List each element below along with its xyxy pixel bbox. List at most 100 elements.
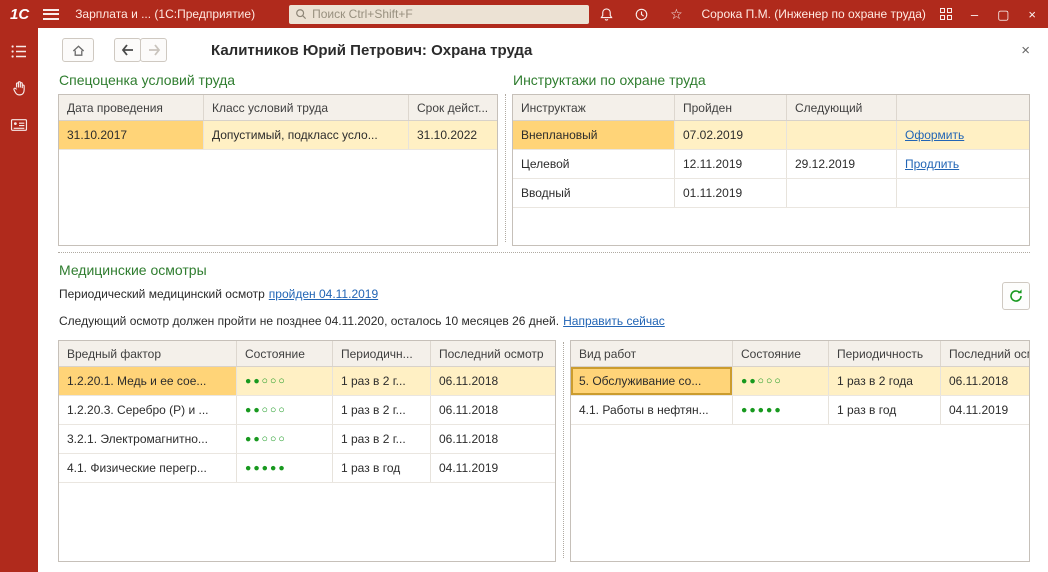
column-header[interactable]: Срок дейст... [409, 95, 497, 120]
column-header[interactable]: Пройден [675, 95, 787, 120]
table-row[interactable]: Вводный 01.11.2019 [513, 179, 1029, 208]
close-window-icon[interactable]: × [1028, 8, 1036, 21]
column-header[interactable]: Последний осм... [941, 341, 1029, 366]
send-now-link[interactable]: Направить сейчас [563, 314, 665, 328]
panel-briefings: Инструктажи по охране труда Инструктаж П… [512, 68, 1030, 246]
cell-last[interactable]: 04.11.2019 [431, 454, 555, 482]
cell-state[interactable]: ●●○○○ [733, 367, 829, 395]
cell-period[interactable]: 1 раз в 2 года [829, 367, 941, 395]
column-header[interactable]: Инструктаж [513, 95, 675, 120]
cell-action[interactable]: Оформить [897, 121, 1029, 149]
periodic-exam-passed-link[interactable]: пройден 04.11.2019 [269, 287, 378, 301]
table-row[interactable]: 3.2.1. Электромагнитно... ●●○○○ 1 раз в … [59, 425, 555, 454]
status-dots: ●●○○○ [245, 433, 287, 445]
column-header[interactable]: Вредный фактор [59, 341, 237, 366]
cell-action[interactable]: Продлить [897, 150, 1029, 178]
search-icon [295, 8, 307, 20]
vertical-splitter[interactable] [498, 68, 512, 246]
cell-action[interactable] [897, 179, 1029, 207]
table-row[interactable]: Внеплановый 07.02.2019 Оформить [513, 121, 1029, 150]
column-header [897, 95, 1029, 120]
service-hand-icon[interactable] [9, 78, 29, 98]
cell-period[interactable]: 1 раз в 2 г... [333, 425, 431, 453]
cell-last[interactable]: 04.11.2019 [941, 396, 1029, 424]
main-menu-icon[interactable] [43, 9, 59, 20]
cell-state[interactable]: ●●●●● [733, 396, 829, 424]
cell-last[interactable]: 06.11.2018 [431, 367, 555, 395]
cell-work[interactable]: 4.1. Работы в нефтян... [571, 396, 733, 424]
notifications-bell-icon[interactable] [597, 5, 615, 23]
table-row[interactable]: Целевой 12.11.2019 29.12.2019 Продлить [513, 150, 1029, 179]
cell-last[interactable]: 06.11.2018 [431, 425, 555, 453]
column-header[interactable]: Состояние [733, 341, 829, 366]
table-row[interactable]: 1.2.20.3. Серебро (Р) и ... ●●○○○ 1 раз … [59, 396, 555, 425]
cell-date[interactable]: 31.10.2017 [59, 121, 204, 149]
periodic-exam-text: Периодический медицинский осмотр [59, 287, 265, 301]
cell-valid[interactable]: 31.10.2022 [409, 121, 497, 149]
table-row[interactable]: 4.1. Физические перегр... ●●●●● 1 раз в … [59, 454, 555, 483]
table-row[interactable]: 1.2.20.1. Медь и ее сое... ●●○○○ 1 раз в… [59, 367, 555, 396]
cell-state[interactable]: ●●●●● [237, 454, 333, 482]
forward-button[interactable] [140, 38, 167, 62]
periodic-exam-line: Периодический медицинский осмотр пройден… [59, 284, 1030, 304]
search-input[interactable] [312, 7, 583, 21]
back-button[interactable] [114, 38, 141, 62]
cell-factor[interactable]: 3.2.1. Электромагнитно... [59, 425, 237, 453]
column-header[interactable]: Периодичность [829, 341, 941, 366]
global-search[interactable] [289, 5, 589, 24]
cell-class[interactable]: Допустимый, подкласс усло... [204, 121, 409, 149]
cell-factor[interactable]: 4.1. Физические перегр... [59, 454, 237, 482]
maximize-icon[interactable]: ▢ [997, 8, 1009, 21]
cell-work[interactable]: 5. Обслуживание со... [571, 367, 733, 395]
cell-period[interactable]: 1 раз в 2 г... [333, 367, 431, 395]
cell-passed[interactable]: 07.02.2019 [675, 121, 787, 149]
cell-period[interactable]: 1 раз в 2 г... [333, 396, 431, 424]
current-user[interactable]: Сорока П.М. (Инженер по охране труда) [701, 7, 925, 21]
factors-table-header: Вредный фактор Состояние Периодичн... По… [59, 341, 555, 367]
column-header[interactable]: Дата проведения [59, 95, 204, 120]
1c-logo: 1С [10, 6, 29, 23]
favorites-star-icon[interactable]: ☆ [667, 5, 685, 23]
cell-next[interactable] [787, 121, 897, 149]
refresh-icon [1008, 288, 1024, 304]
cell-period[interactable]: 1 раз в год [829, 396, 941, 424]
history-icon[interactable] [632, 5, 650, 23]
cell-passed[interactable]: 01.11.2019 [675, 179, 787, 207]
cell-state[interactable]: ●●○○○ [237, 425, 333, 453]
home-button[interactable] [62, 38, 94, 62]
column-header[interactable]: Состояние [237, 341, 333, 366]
cell-next[interactable]: 29.12.2019 [787, 150, 897, 178]
works-table-header: Вид работ Состояние Периодичность Послед… [571, 341, 1029, 367]
column-header[interactable]: Периодичн... [333, 341, 431, 366]
vertical-splitter[interactable] [556, 340, 570, 562]
refresh-button[interactable] [1002, 282, 1030, 310]
column-header[interactable]: Вид работ [571, 341, 733, 366]
minimize-icon[interactable]: – [971, 8, 978, 21]
table-row[interactable]: 31.10.2017 Допустимый, подкласс усло... … [59, 121, 497, 150]
extend-briefing-link[interactable]: Продлить [905, 157, 959, 171]
column-header[interactable]: Класс условий труда [204, 95, 409, 120]
horizontal-splitter[interactable] [58, 246, 1030, 258]
cell-period[interactable]: 1 раз в год [333, 454, 431, 482]
cell-state[interactable]: ●●○○○ [237, 396, 333, 424]
cell-type[interactable]: Внеплановый [513, 121, 675, 149]
cell-last[interactable]: 06.11.2018 [941, 367, 1029, 395]
cell-passed[interactable]: 12.11.2019 [675, 150, 787, 178]
desktop-icon[interactable] [940, 8, 952, 20]
cell-factor[interactable]: 1.2.20.3. Серебро (Р) и ... [59, 396, 237, 424]
column-header[interactable]: Последний осмотр [431, 341, 555, 366]
cell-type[interactable]: Целевой [513, 150, 675, 178]
form-close-button[interactable]: × [1017, 42, 1034, 59]
employee-card-icon[interactable] [9, 115, 29, 135]
cell-factor[interactable]: 1.2.20.1. Медь и ее сое... [59, 367, 237, 395]
sections-menu-icon[interactable] [9, 41, 29, 61]
cell-state[interactable]: ●●○○○ [237, 367, 333, 395]
cell-type[interactable]: Вводный [513, 179, 675, 207]
table-row[interactable]: 5. Обслуживание со... ●●○○○ 1 раз в 2 го… [571, 367, 1029, 396]
register-briefing-link[interactable]: Оформить [905, 128, 964, 142]
table-row[interactable]: 4.1. Работы в нефтян... ●●●●● 1 раз в го… [571, 396, 1029, 425]
cell-next[interactable] [787, 179, 897, 207]
cell-last[interactable]: 06.11.2018 [431, 396, 555, 424]
status-dots: ●●○○○ [245, 404, 287, 416]
column-header[interactable]: Следующий [787, 95, 897, 120]
